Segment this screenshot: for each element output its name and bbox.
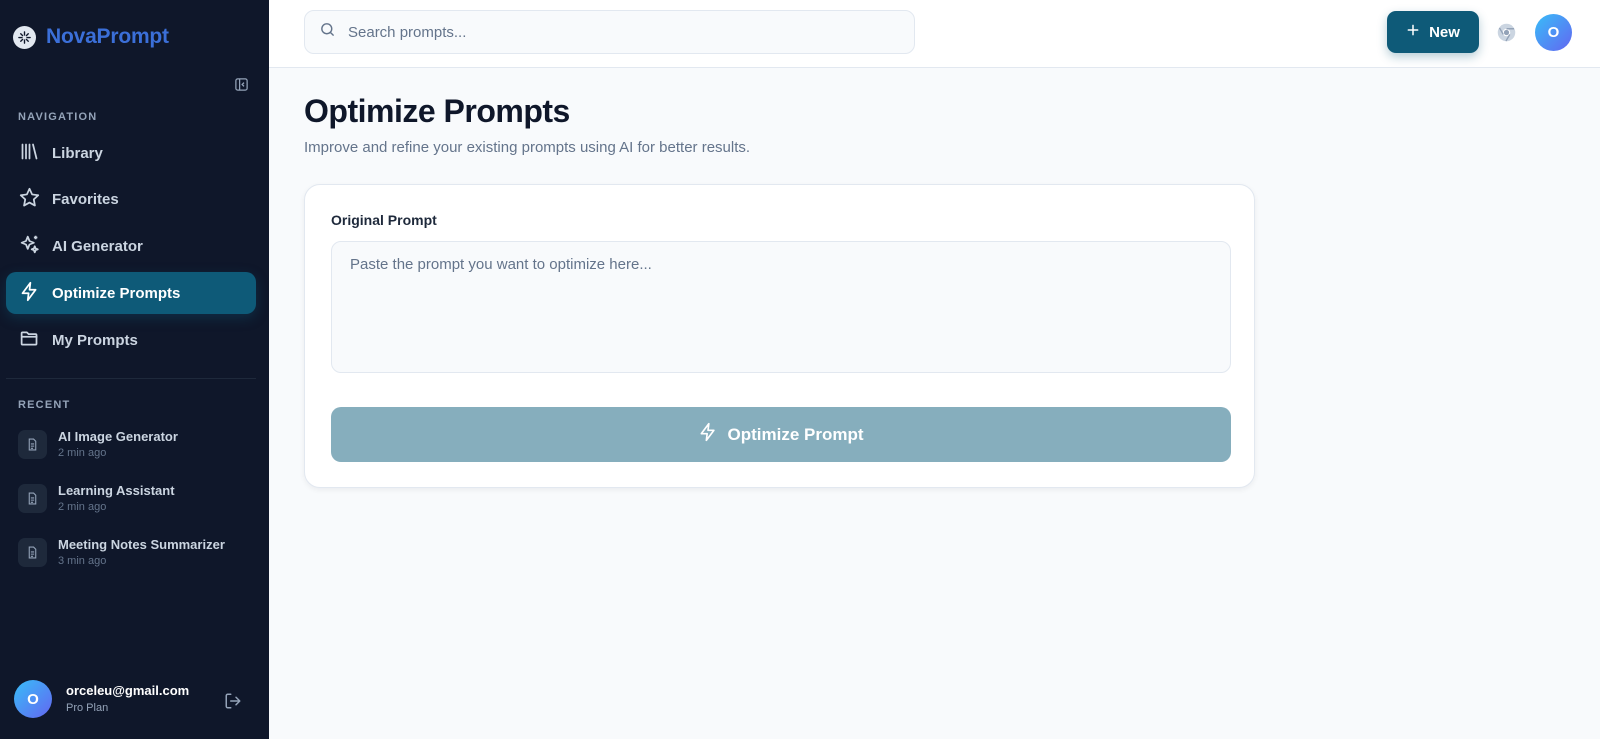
library-icon <box>19 141 40 166</box>
new-prompt-button[interactable]: New <box>1387 11 1479 53</box>
user-email: orceleu@gmail.com <box>66 683 190 698</box>
document-icon <box>18 484 47 513</box>
brand-name: NovaPrompt <box>46 25 169 48</box>
recent-item[interactable]: AI Image Generator 2 min ago <box>18 428 248 472</box>
search-input[interactable] <box>348 23 888 41</box>
sidebar-item-label: AI Generator <box>52 237 143 255</box>
recent-label: RECENT <box>18 399 71 411</box>
page-subtitle: Improve and refine your existing prompts… <box>304 139 751 156</box>
recent-item-title: AI Image Generator <box>58 429 178 444</box>
avatar: O <box>14 680 52 718</box>
sidebar-collapse-icon[interactable] <box>234 77 249 92</box>
recent-item-time: 2 min ago <box>58 447 107 459</box>
document-icon <box>18 430 47 459</box>
folder-icon <box>19 328 40 353</box>
sidebar: NovaPrompt NAVIGATION Library Favorites … <box>0 0 269 739</box>
sidebar-item-label: Optimize Prompts <box>52 284 181 302</box>
navigation-label: NAVIGATION <box>18 111 98 123</box>
recent-item-title: Meeting Notes Summarizer <box>58 537 225 552</box>
original-prompt-label: Original Prompt <box>331 212 437 228</box>
avatar[interactable]: O <box>1535 14 1572 51</box>
recent-item-time: 3 min ago <box>58 555 107 567</box>
optimize-prompt-button[interactable]: Optimize Prompt <box>331 407 1231 462</box>
sidebar-item-label: My Prompts <box>52 331 138 349</box>
search-box[interactable] <box>304 10 915 54</box>
recent-item[interactable]: Meeting Notes Summarizer 3 min ago <box>18 536 248 580</box>
sidebar-item-library[interactable]: Library <box>6 132 256 174</box>
optimize-button-label: Optimize Prompt <box>727 424 864 444</box>
sidebar-divider <box>6 378 256 379</box>
sidebar-item-optimize-prompts[interactable]: Optimize Prompts <box>6 272 256 314</box>
recent-item-time: 2 min ago <box>58 501 107 513</box>
page-title: Optimize Prompts <box>304 93 570 129</box>
sidebar-item-label: Library <box>52 144 103 162</box>
top-bar: New O <box>269 0 1600 68</box>
sidebar-item-label: Favorites <box>52 190 119 208</box>
logout-icon[interactable] <box>224 692 242 710</box>
sidebar-item-my-prompts[interactable]: My Prompts <box>6 319 256 361</box>
user-plan: Pro Plan <box>66 702 109 714</box>
browser-icon[interactable] <box>1496 22 1517 43</box>
star-icon <box>19 187 40 212</box>
user-profile[interactable]: O orceleu@gmail.com Pro Plan <box>14 680 189 718</box>
recent-item[interactable]: Learning Assistant 2 min ago <box>18 482 248 526</box>
lightning-icon <box>19 281 40 306</box>
optimize-card: Original Prompt Optimize Prompt <box>304 184 1255 488</box>
sidebar-item-favorites[interactable]: Favorites <box>6 178 256 220</box>
brand[interactable]: NovaPrompt <box>13 25 169 49</box>
plus-icon <box>1406 23 1420 41</box>
sparkles-icon <box>19 234 40 259</box>
sidebar-item-ai-generator[interactable]: AI Generator <box>6 225 256 267</box>
original-prompt-input[interactable] <box>331 241 1231 373</box>
new-button-label: New <box>1429 23 1460 41</box>
recent-item-title: Learning Assistant <box>58 483 175 498</box>
document-icon <box>18 538 47 567</box>
search-icon <box>319 21 336 43</box>
sparkle-icon <box>13 25 36 49</box>
lightning-icon <box>698 422 718 447</box>
